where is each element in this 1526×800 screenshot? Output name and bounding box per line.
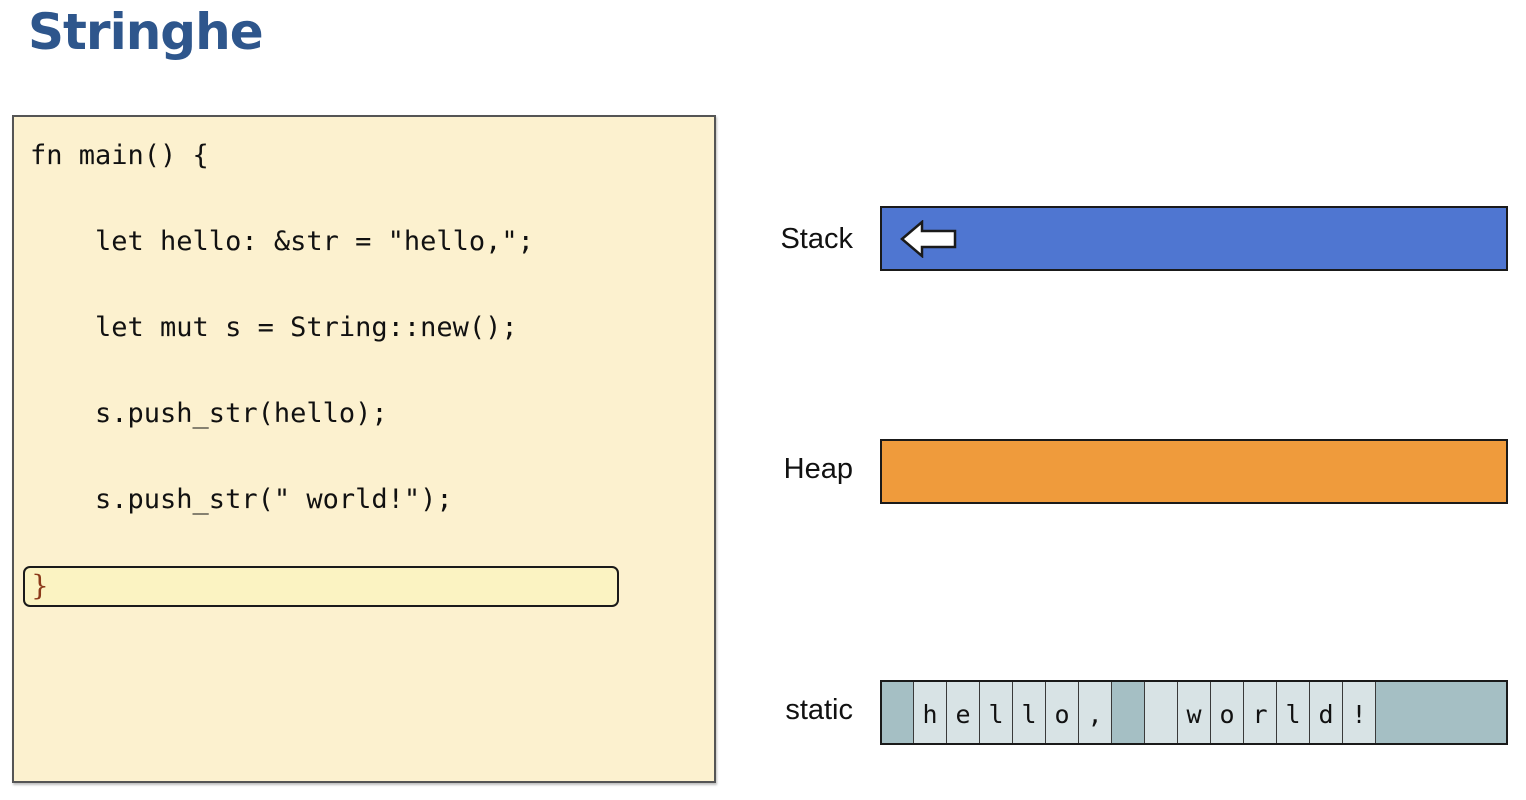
static-cell: e bbox=[947, 682, 980, 743]
code-line-4: s.push_str(hello); bbox=[30, 398, 388, 429]
code-panel: fn main() { let hello: &str = "hello,"; … bbox=[12, 115, 716, 783]
static-cell: h bbox=[914, 682, 947, 743]
static-label: static bbox=[785, 694, 853, 726]
static-cell bbox=[1112, 682, 1145, 743]
stack-bar bbox=[880, 206, 1508, 271]
code-line-1: fn main() { bbox=[30, 140, 209, 171]
closing-brace: } bbox=[31, 569, 49, 602]
static-cell-remainder bbox=[1376, 682, 1506, 743]
code-line-3: let mut s = String::new(); bbox=[30, 312, 518, 343]
static-cell: w bbox=[1178, 682, 1211, 743]
static-cell: l bbox=[1277, 682, 1310, 743]
left-arrow-icon bbox=[900, 220, 957, 258]
static-cell: o bbox=[1046, 682, 1079, 743]
stack-label: Stack bbox=[780, 223, 853, 255]
static-cell: ! bbox=[1343, 682, 1376, 743]
current-line-highlight: } bbox=[23, 566, 619, 607]
static-cell: , bbox=[1079, 682, 1112, 743]
static-cell: l bbox=[980, 682, 1013, 743]
static-cell: l bbox=[1013, 682, 1046, 743]
heap-label: Heap bbox=[783, 453, 853, 485]
code-line-2: let hello: &str = "hello,"; bbox=[30, 226, 534, 257]
static-cell: d bbox=[1310, 682, 1343, 743]
heap-bar bbox=[880, 439, 1508, 504]
static-cell bbox=[882, 682, 914, 743]
static-cell: r bbox=[1244, 682, 1277, 743]
static-bar: h e l l o , w o r l d ! bbox=[880, 680, 1508, 745]
static-cell bbox=[1145, 682, 1178, 743]
code-line-5: s.push_str(" world!"); bbox=[30, 484, 453, 515]
slide-title: Stringhe bbox=[28, 3, 264, 61]
static-cell: o bbox=[1211, 682, 1244, 743]
